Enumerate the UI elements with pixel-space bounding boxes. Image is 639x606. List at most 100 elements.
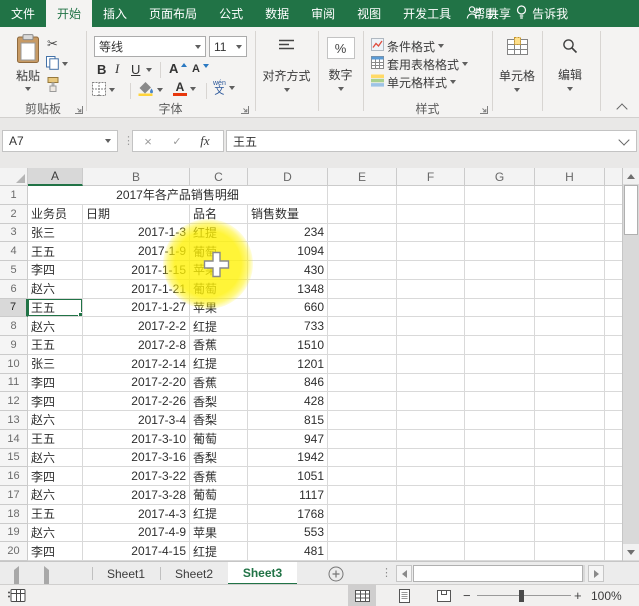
cell-salesperson[interactable]: 王五 [28,505,83,524]
empty-cell[interactable] [465,205,535,224]
row-header[interactable]: 12 [0,392,28,411]
cell-product[interactable]: 香梨 [190,449,248,468]
cell-product[interactable]: 葡萄 [190,242,248,261]
empty-cell[interactable] [465,467,535,486]
formula-expand-icon[interactable] [618,134,629,145]
empty-cell[interactable] [397,374,465,393]
empty-cell[interactable] [397,467,465,486]
font-dialog-launcher-icon[interactable] [240,103,249,112]
empty-cell[interactable] [535,224,605,243]
cell-salesperson[interactable]: 王五 [28,242,83,261]
view-page-break-button[interactable] [430,585,458,606]
empty-cell[interactable] [397,336,465,355]
view-normal-button[interactable] [348,585,376,606]
column-header-e[interactable]: E [328,168,397,186]
empty-cell[interactable] [397,392,465,411]
empty-cell[interactable] [328,336,397,355]
empty-cell[interactable] [465,411,535,430]
tab-insert[interactable]: 插入 [92,0,138,27]
sheet-nav-prev-icon[interactable] [14,570,19,584]
font-color-button[interactable]: A [173,81,196,97]
header-salesperson[interactable]: 业务员 [28,205,83,224]
scroll-up-button[interactable] [623,168,639,184]
cell-quantity[interactable]: 553 [248,524,328,543]
header-product[interactable]: 品名 [190,205,248,224]
cell-quantity[interactable]: 430 [248,261,328,280]
cell-date[interactable]: 2017-3-22 [83,467,190,486]
empty-cell[interactable] [397,317,465,336]
tab-file[interactable]: 文件 [0,0,46,27]
title-row[interactable]: 1 2017年各产品销售明细 [0,186,639,205]
borders-dropdown-icon[interactable] [109,88,115,92]
column-header-partial[interactable] [605,168,622,186]
empty-cell[interactable] [605,355,622,374]
tab-home[interactable]: 开始 [46,0,92,27]
empty-cell[interactable] [535,355,605,374]
row-header[interactable]: 4 [0,242,28,261]
cell-product[interactable]: 香梨 [190,411,248,430]
editing-button[interactable]: 编辑 [542,38,598,91]
cell-salesperson[interactable]: 赵六 [28,280,83,299]
cell-styles-button[interactable]: 单元格样式 [371,74,456,90]
enter-icon[interactable]: ✓ [163,135,191,148]
empty-cell[interactable] [397,486,465,505]
empty-cell[interactable] [535,449,605,468]
cell-product[interactable]: 葡萄 [190,430,248,449]
empty-cell[interactable] [328,355,397,374]
empty-cell[interactable] [397,411,465,430]
cell-date[interactable]: 2017-4-9 [83,524,190,543]
cell-quantity[interactable]: 660 [248,299,328,318]
conditional-formatting-button[interactable]: 条件格式 [371,38,444,54]
cell-quantity[interactable]: 947 [248,430,328,449]
cell-salesperson[interactable]: 赵六 [28,524,83,543]
empty-cell[interactable] [605,205,622,224]
empty-cell[interactable] [397,355,465,374]
empty-cell[interactable] [605,299,622,318]
empty-cell[interactable] [465,336,535,355]
row-header[interactable]: 2 [0,205,28,224]
empty-cell[interactable] [465,261,535,280]
empty-cell[interactable] [535,505,605,524]
empty-cell[interactable] [465,317,535,336]
sheet-tab-sheet3[interactable]: Sheet3 [228,562,297,585]
empty-cell[interactable] [465,355,535,374]
zoom-level[interactable]: 100% [591,589,622,603]
cell-date[interactable]: 2017-4-15 [83,542,190,561]
row-header[interactable]: 6 [0,280,28,299]
cell-date[interactable]: 2017-1-21 [83,280,190,299]
column-header-f[interactable]: F [397,168,465,186]
cell-date[interactable]: 2017-1-15 [83,261,190,280]
cut-button[interactable]: ✂ [47,36,58,52]
row-header[interactable]: 20 [0,542,28,561]
cell-quantity[interactable]: 1348 [248,280,328,299]
cell-product[interactable]: 红提 [190,317,248,336]
empty-cell[interactable] [535,374,605,393]
cell-date[interactable]: 2017-3-16 [83,449,190,468]
cell-salesperson[interactable]: 张三 [28,355,83,374]
empty-cell[interactable] [328,242,397,261]
empty-cell[interactable] [328,392,397,411]
hscroll-left-button[interactable] [396,565,412,582]
empty-cell[interactable] [605,411,622,430]
empty-cell[interactable] [465,242,535,261]
cell-salesperson[interactable]: 王五 [28,430,83,449]
cell-date[interactable]: 2017-2-20 [83,374,190,393]
empty-cell[interactable] [397,299,465,318]
empty-cell[interactable] [465,542,535,561]
tab-review[interactable]: 审阅 [300,0,346,27]
row-header[interactable]: 1 [0,186,28,205]
empty-cell[interactable] [605,336,622,355]
empty-cell[interactable] [605,242,622,261]
cell-salesperson[interactable]: 李四 [28,542,83,561]
row-header[interactable]: 11 [0,374,28,393]
cell-product[interactable]: 香蕉 [190,467,248,486]
empty-cell[interactable] [397,524,465,543]
cell-product[interactable]: 红提 [190,224,248,243]
sheet-tab-sheet1[interactable]: Sheet1 [92,562,160,585]
tab-view[interactable]: 视图 [346,0,392,27]
empty-cell[interactable] [328,411,397,430]
copy-dropdown-icon[interactable] [62,62,68,66]
cell-product[interactable]: 葡萄 [190,486,248,505]
fill-color-dropdown-icon[interactable] [157,88,163,92]
empty-cell[interactable] [465,186,535,205]
